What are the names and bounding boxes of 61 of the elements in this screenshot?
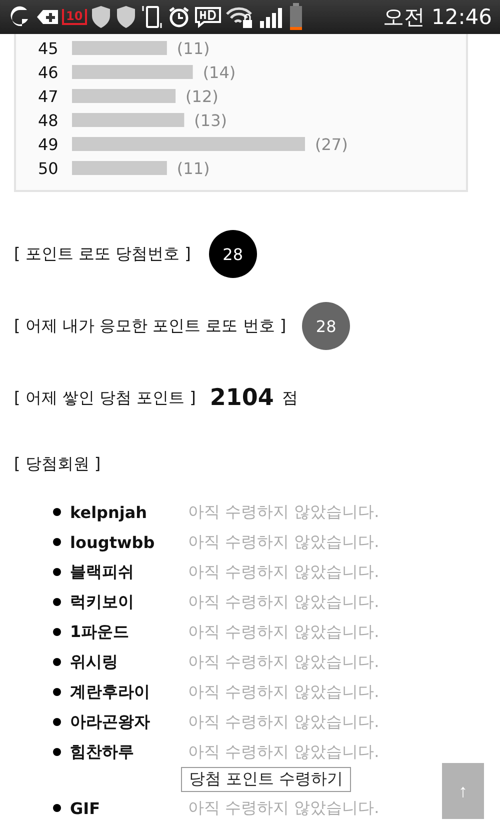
value-label: (11) xyxy=(176,159,210,178)
hd-call-icon xyxy=(194,5,222,29)
claim-status: 아직 수령하지 않았습니다. xyxy=(188,712,380,732)
value-label: (14) xyxy=(202,63,236,82)
bullet-icon xyxy=(53,598,61,606)
member-name: 계란후라이 xyxy=(70,682,151,702)
member-name: GIF xyxy=(70,798,102,818)
member-name: 블랙피쉬 xyxy=(70,562,135,582)
bullet-icon xyxy=(53,748,61,756)
member-name: 힘찬하루 xyxy=(70,742,135,762)
bullet-icon xyxy=(53,658,61,666)
member-name: kelpnjah xyxy=(70,502,148,522)
value-label: (27) xyxy=(315,135,348,154)
medical-tag-icon xyxy=(35,7,59,27)
claim-status: 아직 수령하지 않았습니다. xyxy=(188,622,380,642)
points-unit: 점 xyxy=(282,388,298,408)
claim-status: 아직 수령하지 않았습니다. xyxy=(188,798,380,818)
claim-status: 아직 수령하지 않았습니다. xyxy=(188,562,380,582)
bullet-icon xyxy=(53,804,61,812)
battery-icon xyxy=(288,3,303,31)
wifi-lock-icon xyxy=(224,5,255,29)
value-label: (12) xyxy=(186,87,218,106)
my-number-ball: 28 xyxy=(302,302,350,350)
bullet-icon xyxy=(53,508,61,516)
points-value: 2104 xyxy=(210,385,274,411)
member-name: 위시링 xyxy=(70,652,119,672)
claim-status: 아직 수령하지 않았습니다. xyxy=(188,682,380,702)
bullet-icon xyxy=(53,538,61,546)
notification-badge: 10 xyxy=(62,9,87,25)
axis-label: 48 xyxy=(38,111,58,130)
value-label: (11) xyxy=(176,39,210,58)
axis-label: 49 xyxy=(38,135,58,154)
winning-number-ball: 28 xyxy=(208,230,257,278)
member-name: 1파운드 xyxy=(70,622,130,642)
section-label: [ 어제 내가 응모한 포인트 로또 번호 ] xyxy=(14,316,286,336)
shield-icon xyxy=(114,5,137,29)
bullet-icon xyxy=(53,568,61,576)
alarm-clock-icon xyxy=(166,5,191,29)
section-label: [ 포인트 로또 당첨번호 ] xyxy=(14,244,191,264)
clock-time: 오전 12:46 xyxy=(382,4,492,31)
bullet-icon xyxy=(53,688,61,696)
claim-points-button[interactable]: 당첨 포인트 수령하기 xyxy=(181,767,352,792)
member-name: 아라곤왕자 xyxy=(70,712,151,732)
section-label: [ 당첨회원 ] xyxy=(14,454,101,475)
axis-label: 45 xyxy=(38,39,58,58)
axis-label: 50 xyxy=(38,159,58,178)
axis-label: 47 xyxy=(38,87,58,106)
member-name: lougtwbb xyxy=(70,532,156,552)
claim-status: 아직 수령하지 않았습니다. xyxy=(188,502,380,522)
claim-status: 아직 수령하지 않았습니다. xyxy=(188,532,380,552)
member-name: 럭키보이 xyxy=(70,592,135,612)
bullet-icon xyxy=(53,718,61,726)
claim-status: 아직 수령하지 않았습니다. xyxy=(188,742,380,762)
claim-status: 아직 수령하지 않았습니다. xyxy=(188,592,380,612)
shield-icon xyxy=(90,5,112,29)
axis-label: 46 xyxy=(38,63,58,82)
bullet-icon xyxy=(53,628,61,636)
phone-vibrate-icon xyxy=(140,4,164,30)
section-label: [ 어제 쌓인 당첨 포인트 ] xyxy=(14,388,196,408)
value-label: (13) xyxy=(194,111,228,130)
claim-status: 아직 수령하지 않았습니다. xyxy=(188,652,380,672)
